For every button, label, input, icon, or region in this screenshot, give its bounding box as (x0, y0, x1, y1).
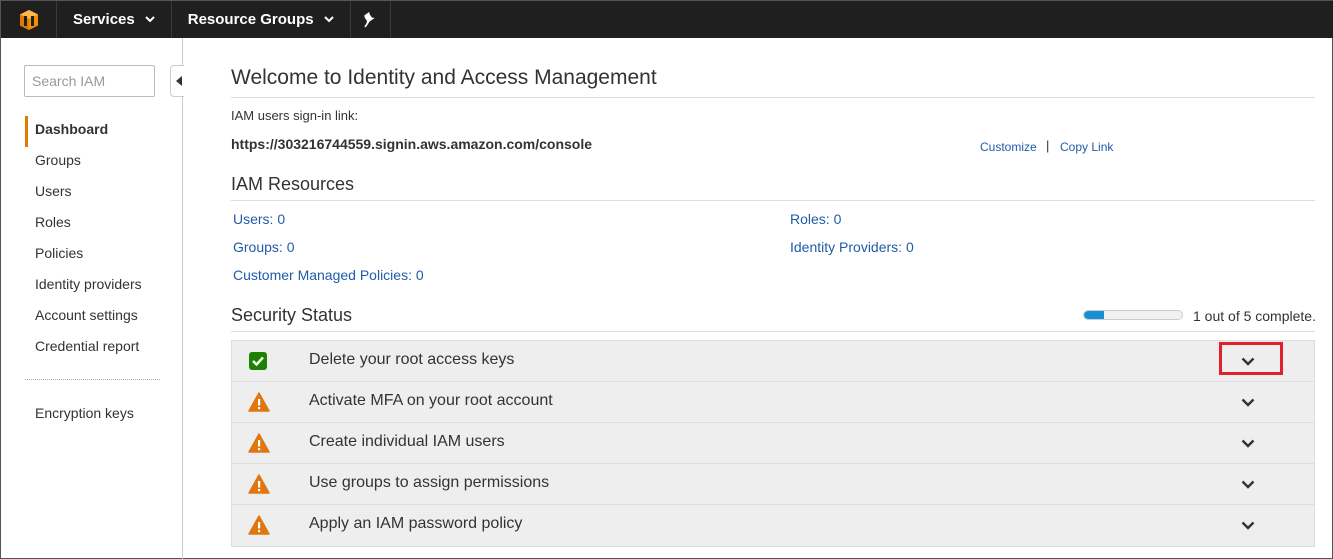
chevron-down-icon[interactable] (1237, 393, 1259, 411)
sidebar-item-identity-providers[interactable]: Identity providers (25, 271, 175, 302)
chevron-down-icon[interactable] (1237, 516, 1259, 534)
sidebar-item-encryption-keys[interactable]: Encryption keys (35, 405, 134, 421)
sidebar-item-dashboard[interactable]: Dashboard (25, 116, 175, 147)
iam-resources-heading: IAM Resources (231, 174, 355, 194)
check-icon (248, 351, 268, 371)
chevron-down-icon (145, 14, 155, 26)
status-item-label: Apply an IAM password policy (309, 515, 523, 532)
sidebar-divider (25, 379, 160, 380)
services-menu[interactable]: Services (57, 1, 172, 38)
aws-logo-icon[interactable] (1, 1, 57, 38)
chevron-down-icon[interactable] (1237, 434, 1259, 452)
status-item-label: Use groups to assign permissions (309, 474, 550, 491)
resource-groups-menu[interactable]: Resource Groups (172, 1, 351, 38)
status-item-delete-root-keys[interactable]: Delete your root access keys (232, 341, 1314, 382)
status-item-label: Activate MFA on your root account (309, 392, 553, 409)
sidebar: Dashboard Groups Users Roles Policies Id… (1, 38, 184, 559)
sidebar-item-credential-report[interactable]: Credential report (25, 333, 175, 364)
users-count-link[interactable]: Users: 0 (233, 211, 285, 227)
customize-link[interactable]: Customize (980, 140, 1037, 154)
status-item-label: Delete your root access keys (309, 351, 515, 368)
resources-divider (231, 200, 1315, 201)
pin-icon[interactable] (351, 1, 391, 38)
resource-groups-label: Resource Groups (187, 11, 314, 28)
identity-providers-count-link[interactable]: Identity Providers: 0 (790, 239, 914, 255)
status-item-label: Create individual IAM users (309, 433, 505, 450)
services-label: Services (73, 11, 135, 28)
security-divider (231, 331, 1315, 332)
security-status-list: Delete your root access keys Activate MF… (231, 340, 1315, 547)
status-item-create-iam-users[interactable]: Create individual IAM users (232, 423, 1314, 464)
status-item-use-groups[interactable]: Use groups to assign permissions (232, 464, 1314, 505)
roles-count-link[interactable]: Roles: 0 (790, 211, 841, 227)
security-progress-bar (1083, 310, 1183, 320)
sidebar-item-groups[interactable]: Groups (25, 147, 175, 178)
highlight-box (1219, 342, 1283, 375)
warning-icon (248, 515, 270, 535)
chevron-down-icon[interactable] (1237, 475, 1259, 493)
sidebar-item-policies[interactable]: Policies (25, 240, 175, 271)
warning-icon (248, 392, 270, 412)
page-title: Welcome to Identity and Access Managemen… (231, 66, 657, 89)
sidebar-item-roles[interactable]: Roles (25, 209, 175, 240)
signin-link-label: IAM users sign-in link: (231, 108, 359, 123)
progress-fill (1084, 311, 1104, 319)
copy-link[interactable]: Copy Link (1060, 140, 1113, 154)
chevron-down-icon (323, 14, 334, 26)
security-status-heading: Security Status (231, 305, 353, 325)
sidebar-item-account-settings[interactable]: Account settings (25, 302, 175, 333)
top-nav-bar: Services Resource Groups (1, 1, 1333, 38)
warning-icon (248, 474, 270, 494)
customer-managed-policies-link[interactable]: Customer Managed Policies: 0 (233, 267, 424, 283)
status-item-password-policy[interactable]: Apply an IAM password policy (232, 505, 1314, 546)
link-divider: | (1046, 138, 1050, 153)
title-divider (231, 97, 1315, 98)
caret-left-icon (176, 76, 182, 86)
search-input[interactable] (24, 65, 155, 97)
warning-icon (248, 433, 270, 453)
status-item-activate-mfa[interactable]: Activate MFA on your root account (232, 382, 1314, 423)
sidebar-item-users[interactable]: Users (25, 178, 175, 209)
groups-count-link[interactable]: Groups: 0 (233, 239, 294, 255)
collapse-sidebar-button[interactable] (170, 65, 184, 97)
progress-text: 1 out of 5 complete. (1193, 308, 1316, 324)
sidebar-nav: Dashboard Groups Users Roles Policies Id… (25, 116, 175, 364)
signin-url: https://303216744559.signin.aws.amazon.c… (231, 136, 593, 152)
